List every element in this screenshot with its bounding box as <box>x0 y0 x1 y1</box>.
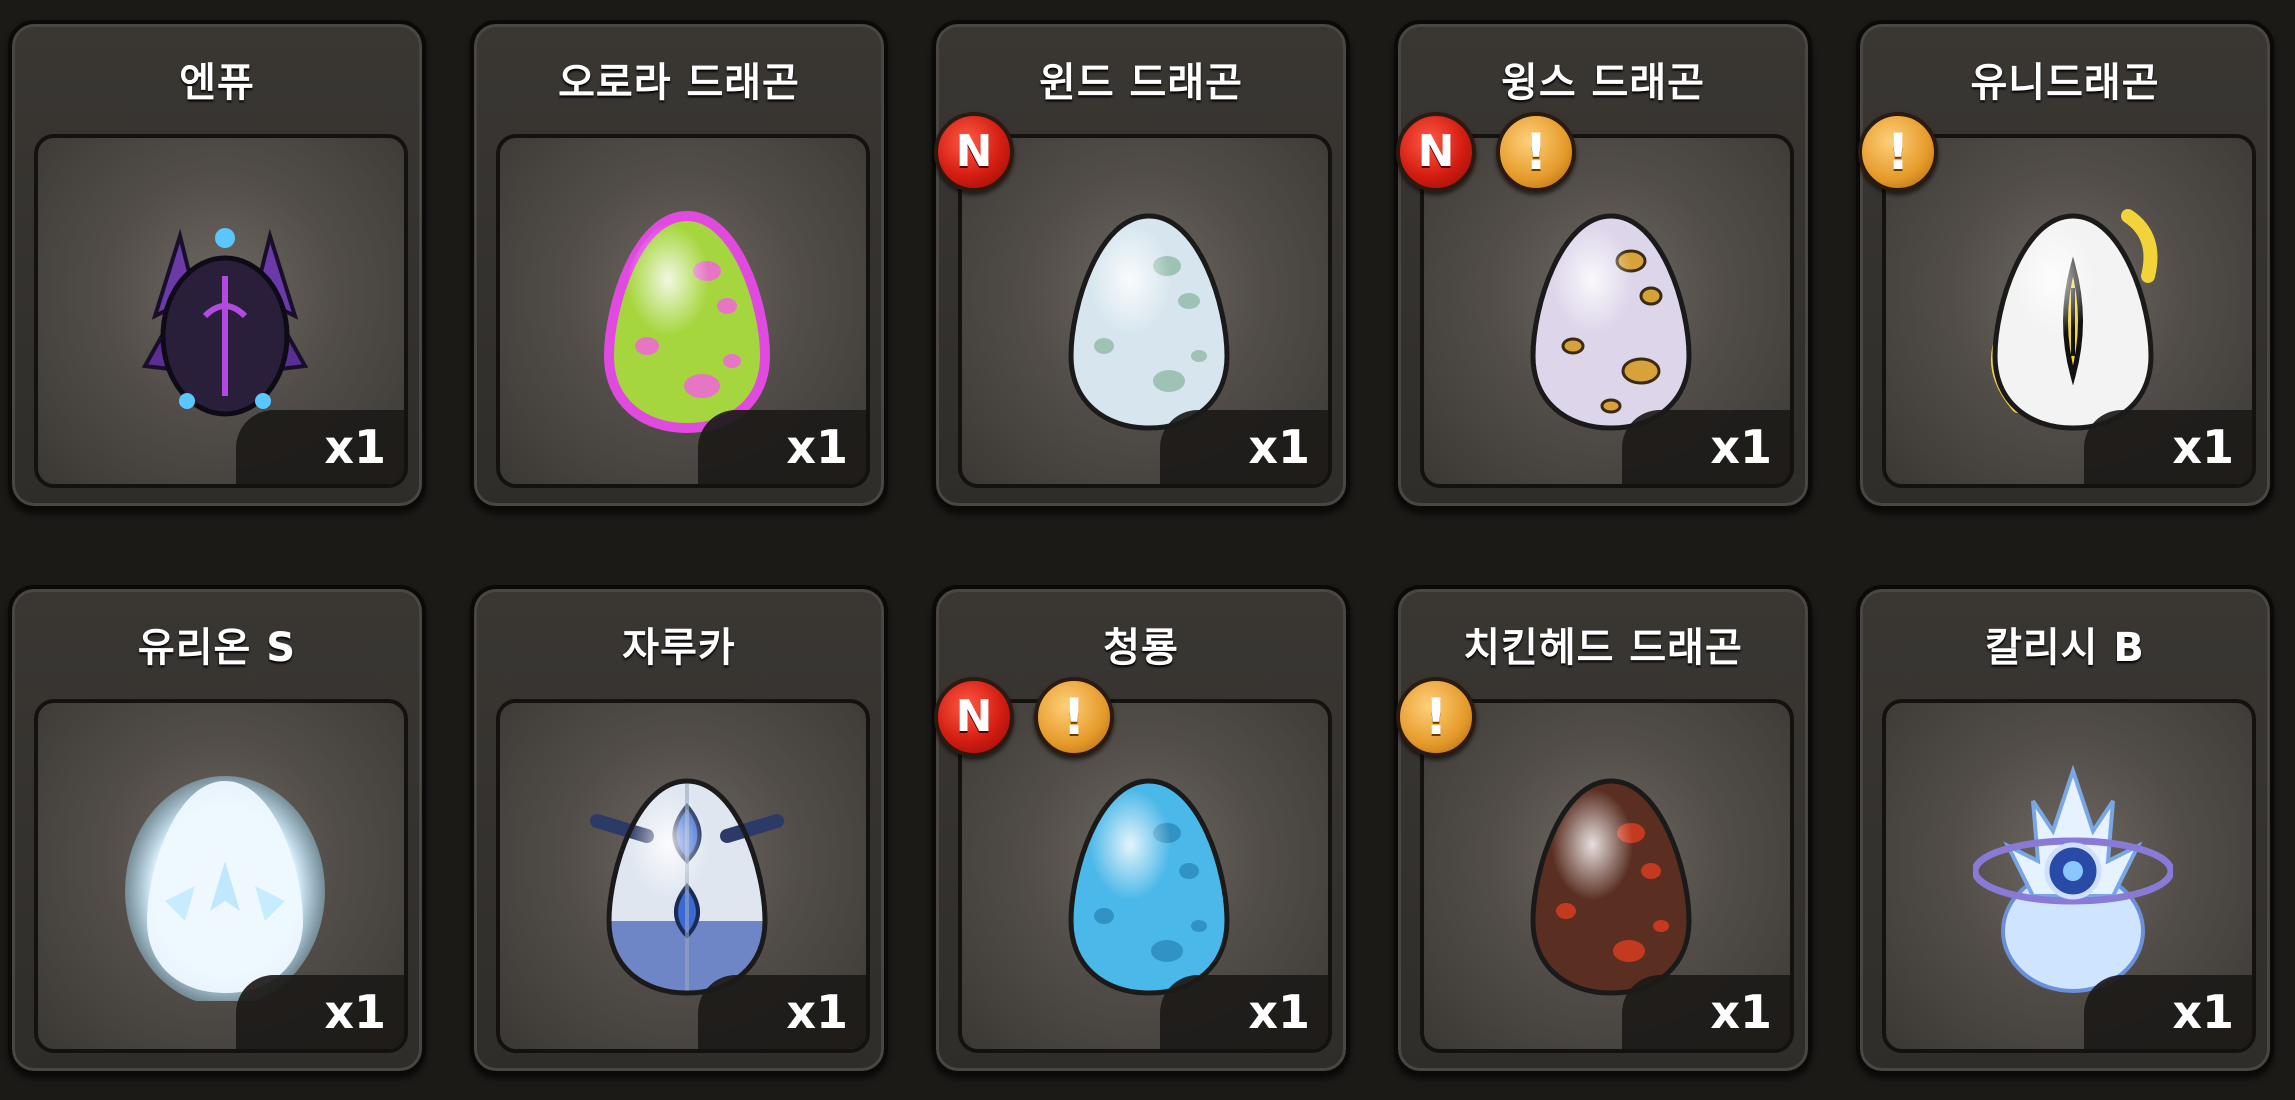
item-count: x1 <box>1622 410 1790 484</box>
egg-slot: x1 <box>496 699 870 1053</box>
egg-slot: x1 <box>34 134 408 488</box>
item-count: x1 <box>2084 410 2252 484</box>
brown-red-egg-icon <box>1511 761 1711 1001</box>
egg-card[interactable]: 엔퓨 x1 <box>8 20 426 510</box>
glowing-white-egg-icon <box>125 761 325 1001</box>
white-eye-egg-icon <box>1973 196 2173 436</box>
egg-card[interactable]: 윙스 드래곤 x1 N! <box>1394 20 1812 510</box>
crystal-ring-egg-icon <box>1973 761 2173 1001</box>
lavender-egg-icon <box>1511 196 1711 436</box>
new-badge-icon: N <box>934 677 1014 757</box>
egg-name: 유리온 S <box>137 625 297 671</box>
pale-blue-egg-icon <box>1049 196 1249 436</box>
item-count: x1 <box>236 975 404 1049</box>
egg-inventory-grid: 엔퓨 x1 오로라 드래곤 x1 윈드 드래곤 x1 N 윙스 드래곤 x1 N… <box>0 0 2295 1100</box>
egg-slot: x1 <box>34 699 408 1053</box>
egg-name: 윙스 드래곤 <box>1501 60 1705 106</box>
item-count: x1 <box>698 410 866 484</box>
dark-crest-egg-icon <box>125 196 325 436</box>
egg-slot: x1 <box>1882 699 2256 1053</box>
item-count: x1 <box>236 410 404 484</box>
egg-name: 칼리시 B <box>1985 625 2145 671</box>
egg-name: 자루카 <box>622 625 736 671</box>
alert-badge-icon: ! <box>1858 112 1938 192</box>
item-count: x1 <box>1160 410 1328 484</box>
alert-badge-icon: ! <box>1396 677 1476 757</box>
alert-badge-icon: ! <box>1496 112 1576 192</box>
egg-slot: x1 <box>958 699 1332 1053</box>
item-count: x1 <box>698 975 866 1049</box>
egg-card[interactable]: 자루카 x1 <box>470 585 888 1075</box>
egg-slot: x1 <box>496 134 870 488</box>
item-count: x1 <box>1622 975 1790 1049</box>
egg-card[interactable]: 오로라 드래곤 x1 <box>470 20 888 510</box>
egg-card[interactable]: 청룡 x1 N! <box>932 585 1350 1075</box>
egg-name: 청룡 <box>1103 625 1179 671</box>
alert-badge-icon: ! <box>1034 677 1114 757</box>
armored-blue-egg-icon <box>587 761 787 1001</box>
egg-slot: x1 <box>1882 134 2256 488</box>
egg-slot: x1 <box>958 134 1332 488</box>
egg-name: 오로라 드래곤 <box>558 60 800 106</box>
egg-card[interactable]: 윈드 드래곤 x1 N <box>932 20 1350 510</box>
egg-name: 치킨헤드 드래곤 <box>1463 625 1743 671</box>
egg-card[interactable]: 유니드래곤 x1! <box>1856 20 2274 510</box>
new-badge-icon: N <box>934 112 1014 192</box>
egg-name: 윈드 드래곤 <box>1039 60 1243 106</box>
egg-card[interactable]: 유리온 S x1 <box>8 585 426 1075</box>
sky-blue-egg-icon <box>1049 761 1249 1001</box>
egg-slot: x1 <box>1420 134 1794 488</box>
item-count: x1 <box>1160 975 1328 1049</box>
egg-card[interactable]: 치킨헤드 드래곤 x1! <box>1394 585 1812 1075</box>
egg-slot: x1 <box>1420 699 1794 1053</box>
egg-name: 엔퓨 <box>179 60 255 106</box>
new-badge-icon: N <box>1396 112 1476 192</box>
egg-name: 유니드래곤 <box>1970 60 2160 106</box>
egg-card[interactable]: 칼리시 B x1 <box>1856 585 2274 1075</box>
item-count: x1 <box>2084 975 2252 1049</box>
green-pink-egg-icon <box>587 196 787 436</box>
